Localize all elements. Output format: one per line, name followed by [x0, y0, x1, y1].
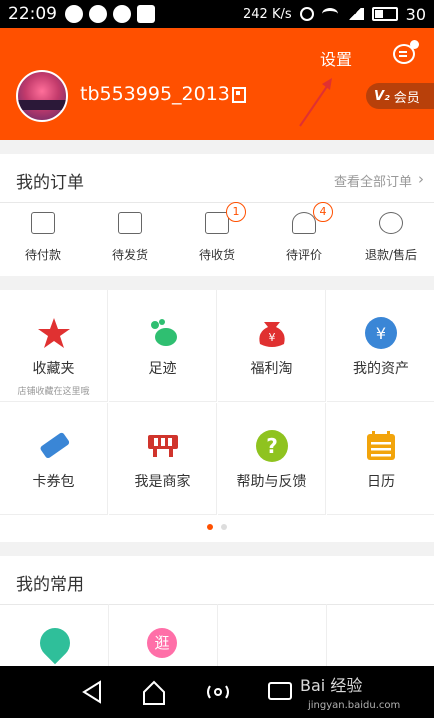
- vip-level: V₂: [374, 88, 390, 104]
- avatar[interactable]: [16, 70, 68, 122]
- tools-grid: 收藏夹 店铺收藏在这里哦 足迹 ¥ 福利淘 ¥ 我的资产 卡券包 我是商家 ? …: [0, 290, 434, 542]
- order-label: 待付款: [24, 248, 61, 262]
- grid-label: 我是商家: [134, 474, 191, 490]
- order-pending-payment[interactable]: 待付款: [0, 212, 86, 272]
- common-title: 我的常用: [16, 575, 84, 595]
- message-dot-badge: [410, 40, 419, 49]
- vip-badge[interactable]: V₂ 会员: [366, 83, 434, 109]
- grid-item-calendar[interactable]: 日历: [327, 403, 434, 515]
- grid-label: 我的资产: [353, 361, 409, 377]
- vip-label: 会员: [393, 90, 420, 106]
- order-label: 待发货: [111, 248, 148, 262]
- grid-item-help[interactable]: ? 帮助与反馈: [218, 403, 326, 515]
- username[interactable]: tb553995_2013: [80, 83, 230, 105]
- refund-icon: [379, 212, 403, 234]
- grid-item-welfare[interactable]: ¥ 福利淘: [218, 290, 326, 402]
- star-icon: [37, 316, 71, 350]
- footprint-icon: [146, 316, 180, 350]
- page-dot[interactable]: [207, 524, 213, 530]
- image-icon: [137, 5, 155, 23]
- order-pending-receipt[interactable]: 1 待收货: [174, 202, 260, 272]
- chevron-right-icon[interactable]: ›: [418, 170, 424, 188]
- grid-item-coupons[interactable]: 卡券包: [0, 403, 108, 515]
- settings-button[interactable]: 设置: [320, 46, 352, 70]
- svg-text:?: ?: [266, 434, 278, 458]
- stroll-icon[interactable]: 逛: [147, 628, 177, 658]
- data-speed: 242 K/s: [243, 6, 292, 22]
- divider: [108, 604, 109, 666]
- back-icon[interactable]: [78, 678, 106, 706]
- grid-label: 收藏夹: [32, 361, 75, 377]
- profile-header: tb553995_2013 设置 V₂ 会员: [0, 28, 434, 140]
- wallet-icon: [31, 212, 55, 234]
- divider: [217, 604, 218, 666]
- rate-icon: [292, 212, 316, 234]
- grid-label: 足迹: [148, 361, 177, 377]
- grid-sublabel: 店铺收藏在这里哦: [17, 387, 90, 397]
- order-refund[interactable]: 退款/售后: [348, 212, 434, 272]
- money-bag-icon: ¥: [255, 316, 289, 350]
- divider: [0, 202, 434, 203]
- calendar-icon: [364, 429, 398, 463]
- help-icon: ?: [255, 429, 289, 463]
- order-label: 待收货: [198, 248, 235, 262]
- truck-icon: [205, 212, 229, 234]
- ticket-icon: [37, 429, 71, 463]
- svg-text:¥: ¥: [376, 324, 386, 343]
- svg-text:¥: ¥: [268, 331, 275, 344]
- order-label: 退款/售后: [364, 248, 418, 262]
- order-badge: 4: [313, 202, 333, 222]
- yuan-icon: ¥: [364, 316, 398, 350]
- signal-icon: [345, 8, 364, 20]
- order-label: 待评价: [285, 248, 322, 262]
- grid-label: 日历: [367, 474, 395, 490]
- chat-bubble-icon[interactable]: [266, 678, 294, 706]
- grid-label: 帮助与反馈: [236, 474, 307, 490]
- divider: [326, 604, 327, 666]
- watermark-logo: Bai 经验: [300, 676, 363, 695]
- hotspot-icon[interactable]: [204, 678, 232, 706]
- order-pending-review[interactable]: 4 待评价: [261, 202, 347, 272]
- status-time: 22:09: [8, 4, 57, 24]
- location-icon[interactable]: [33, 621, 77, 665]
- annotation-arrow: [299, 78, 332, 127]
- grid-item-assets[interactable]: ¥ 我的资产: [327, 290, 434, 402]
- box-icon: [118, 212, 142, 234]
- orders-card: 我的订单 查看全部订单 › 待付款 待发货 1 待收货 4 待评价 退款/售后: [0, 154, 434, 276]
- battery-level: 30: [405, 4, 426, 24]
- order-badge: 1: [226, 202, 246, 222]
- page: 22:09 242 K/s 30 tb553995_2013 设置 V₂ 会员: [0, 0, 434, 718]
- notification-icon: [65, 5, 83, 23]
- grid-label: 卡券包: [32, 474, 75, 490]
- sync-icon: [113, 5, 131, 23]
- watermark-url: jingyan.baidu.com: [308, 700, 401, 711]
- wifi-icon: [321, 8, 338, 20]
- alarm-icon: [299, 7, 314, 21]
- grid-item-footprint[interactable]: 足迹: [109, 290, 217, 402]
- grid-item-merchant[interactable]: 我是商家: [109, 403, 217, 515]
- grid-item-favorites[interactable]: 收藏夹 店铺收藏在这里哦: [0, 290, 108, 402]
- page-dot[interactable]: [221, 524, 227, 530]
- shop-icon: [146, 429, 180, 463]
- status-bar: 22:09 242 K/s 30: [0, 0, 434, 28]
- orders-title: 我的订单: [16, 173, 84, 193]
- qr-code-icon[interactable]: [232, 87, 246, 103]
- grid-label: 福利淘: [250, 361, 293, 377]
- battery-icon: [371, 7, 398, 21]
- order-pending-shipment[interactable]: 待发货: [87, 212, 173, 272]
- common-tools-card: 我的常用 逛: [0, 556, 434, 666]
- page-indicator: [0, 524, 434, 530]
- view-all-orders-link[interactable]: 查看全部订单: [334, 171, 412, 190]
- chat-icon: [89, 5, 107, 23]
- home-icon[interactable]: [140, 678, 168, 706]
